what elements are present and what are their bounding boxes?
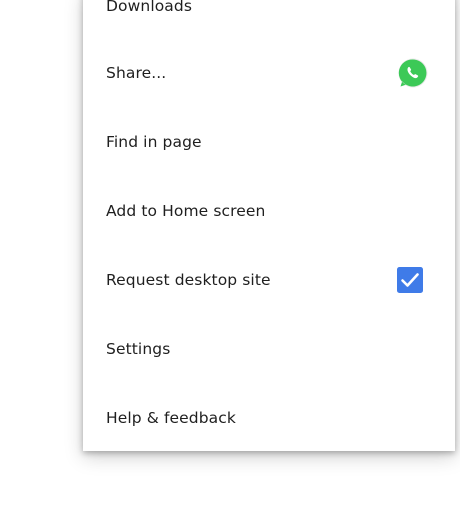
menu-item-label: Share... — [106, 64, 167, 82]
menu-item-settings[interactable]: Settings — [83, 319, 455, 379]
menu-item-label: Downloads — [106, 0, 193, 15]
screen: Downloads Share... Find in page Add to H… — [0, 0, 460, 505]
menu-item-request-desktop-site[interactable]: Request desktop site — [83, 250, 455, 310]
menu-item-label: Find in page — [106, 133, 202, 151]
desktop-site-checkbox[interactable] — [397, 267, 423, 293]
menu-item-downloads[interactable]: Downloads — [83, 0, 455, 36]
menu-item-find-in-page[interactable]: Find in page — [83, 112, 455, 172]
menu-item-share[interactable]: Share... — [83, 43, 455, 103]
menu-item-help-feedback[interactable]: Help & feedback — [83, 388, 455, 448]
menu-item-label: Settings — [106, 340, 171, 358]
menu-item-label: Help & feedback — [106, 409, 236, 427]
menu-item-add-to-home-screen[interactable]: Add to Home screen — [83, 181, 455, 241]
overflow-menu: Downloads Share... Find in page Add to H… — [83, 0, 455, 451]
whatsapp-icon[interactable] — [396, 56, 430, 90]
menu-item-label: Add to Home screen — [106, 202, 266, 220]
checkbox-checked-icon — [397, 267, 423, 293]
menu-item-label: Request desktop site — [106, 271, 271, 289]
